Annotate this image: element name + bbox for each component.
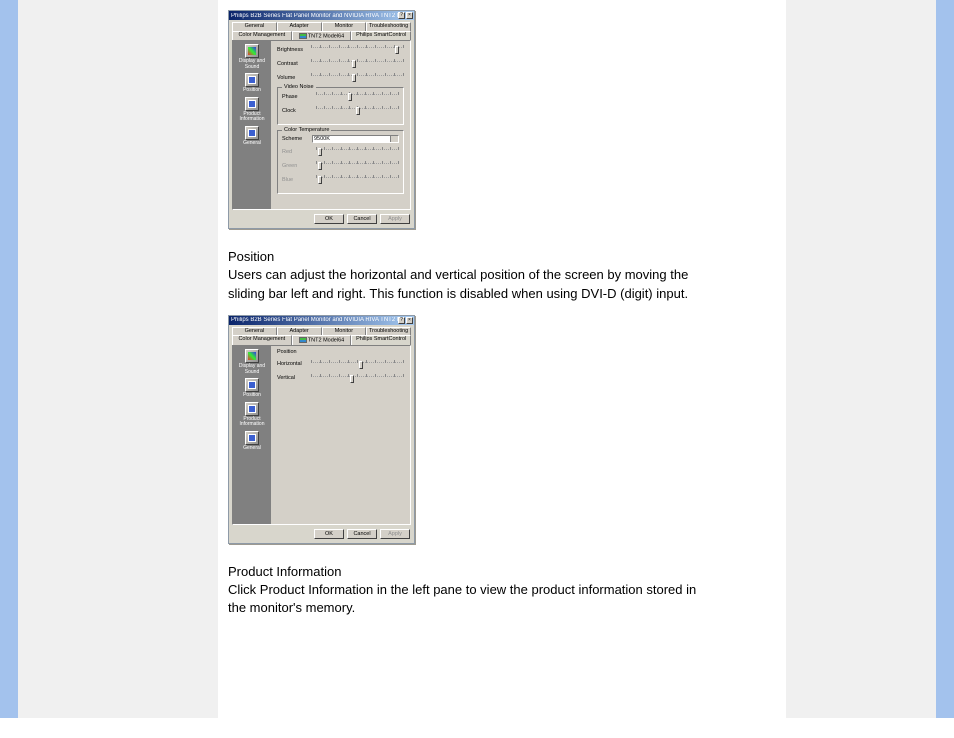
slider-blue[interactable] bbox=[316, 177, 399, 185]
close-button-2[interactable]: × bbox=[406, 317, 413, 324]
dialog-position: Philips B2B Series Flat Panel Monitor an… bbox=[228, 315, 415, 544]
fieldset-color-temp: Color Temperature Scheme 9500K Red bbox=[277, 130, 404, 194]
dialog-display-and-sound: Philips B2B Series Flat Panel Monitor an… bbox=[228, 10, 415, 229]
desktop-icon-2 bbox=[299, 337, 307, 343]
label-green: Green bbox=[282, 164, 316, 170]
right-blue-bar bbox=[936, 0, 954, 718]
slider-horizontal[interactable] bbox=[311, 362, 404, 370]
apply-button-2[interactable]: Apply bbox=[380, 529, 410, 539]
select-scheme[interactable]: 9500K bbox=[312, 135, 399, 143]
dialog-body-2: Display and Sound Position Product Infor… bbox=[232, 345, 411, 525]
sidebar-item-general[interactable]: General bbox=[234, 126, 270, 147]
tab-general-2[interactable]: General bbox=[232, 327, 277, 336]
dialog-sidebar-2: Display and Sound Position Product Infor… bbox=[233, 346, 271, 524]
product-info-icon-2 bbox=[248, 405, 256, 413]
ok-button[interactable]: OK bbox=[314, 214, 344, 224]
tab-color-management[interactable]: Color Management bbox=[232, 31, 292, 41]
tab-color-management-2[interactable]: Color Management bbox=[232, 335, 292, 345]
legend-color-temp: Color Temperature bbox=[282, 128, 331, 134]
sidebar-item-product-info[interactable]: Product Information bbox=[234, 97, 270, 123]
position-icon bbox=[248, 76, 256, 84]
label-phase: Phase bbox=[282, 95, 316, 101]
cancel-button-2[interactable]: Cancel bbox=[347, 529, 377, 539]
sidebar-item-position-2[interactable]: Position bbox=[234, 378, 270, 399]
section-heading-position: Position bbox=[228, 249, 776, 264]
left-grey-column bbox=[18, 0, 218, 718]
label-scheme: Scheme bbox=[282, 137, 312, 143]
tab-monitor-2[interactable]: Monitor bbox=[322, 327, 367, 336]
display-sound-icon bbox=[248, 47, 256, 55]
general-icon-2 bbox=[248, 434, 256, 442]
content-column: Philips B2B Series Flat Panel Monitor an… bbox=[218, 0, 786, 718]
dialog-title: Philips B2B Series Flat Panel Monitor an… bbox=[231, 13, 398, 19]
position-icon-2 bbox=[248, 381, 256, 389]
sidebar-item-display-sound[interactable]: Display and Sound bbox=[234, 44, 270, 70]
dialog-button-row: OK Cancel Apply bbox=[229, 212, 414, 228]
dialog-body: Display and Sound Position Product Infor… bbox=[232, 40, 411, 210]
slider-red[interactable] bbox=[316, 149, 399, 157]
help-button-2[interactable]: ? bbox=[398, 317, 405, 324]
tab-monitor[interactable]: Monitor bbox=[322, 22, 367, 31]
slider-vertical[interactable] bbox=[311, 376, 404, 384]
dialog-titlebar: Philips B2B Series Flat Panel Monitor an… bbox=[229, 11, 414, 20]
slider-phase[interactable] bbox=[316, 94, 399, 102]
label-horizontal: Horizontal bbox=[277, 362, 311, 368]
sidebar-item-general-2[interactable]: General bbox=[234, 431, 270, 452]
sidebar-item-display-sound-2[interactable]: Display and Sound bbox=[234, 349, 270, 375]
right-grey-column bbox=[786, 0, 936, 718]
tab-row-2: Color Management TNT2 Model64 Philips Sm… bbox=[229, 31, 414, 41]
tab-tnt2[interactable]: TNT2 Model64 bbox=[292, 31, 352, 41]
label-clock: Clock bbox=[282, 109, 316, 115]
section-body-position: Users can adjust the horizontal and vert… bbox=[228, 266, 698, 302]
dialog-title-2: Philips B2B Series Flat Panel Monitor an… bbox=[231, 317, 398, 323]
tab-troubleshooting-2[interactable]: Troubleshooting bbox=[366, 327, 411, 336]
tab-adapter[interactable]: Adapter bbox=[277, 22, 322, 31]
tab-row-2b: Color Management TNT2 Model64 Philips Sm… bbox=[229, 335, 414, 345]
tab-general[interactable]: General bbox=[232, 22, 277, 31]
label-red: Red bbox=[282, 150, 316, 156]
tab-troubleshooting[interactable]: Troubleshooting bbox=[366, 22, 411, 31]
product-info-icon bbox=[248, 100, 256, 108]
label-vertical: Vertical bbox=[277, 376, 311, 382]
main-panel-2: Position Horizontal Vertical bbox=[271, 346, 410, 524]
help-button[interactable]: ? bbox=[398, 12, 405, 19]
general-icon bbox=[248, 129, 256, 137]
tab-tnt2-2[interactable]: TNT2 Model64 bbox=[292, 335, 352, 345]
label-contrast: Contrast bbox=[277, 62, 311, 68]
tab-adapter-2[interactable]: Adapter bbox=[277, 327, 322, 336]
tab-smartcontrol[interactable]: Philips SmartControl bbox=[351, 31, 411, 41]
main-panel: Brightness Contrast bbox=[271, 41, 410, 209]
label-blue: Blue bbox=[282, 178, 316, 184]
sidebar-item-position[interactable]: Position bbox=[234, 73, 270, 94]
tab-smartcontrol-2[interactable]: Philips SmartControl bbox=[351, 335, 411, 345]
slider-clock[interactable] bbox=[316, 108, 399, 116]
display-sound-icon-2 bbox=[248, 352, 256, 360]
sidebar-item-product-info-2[interactable]: Product Information bbox=[234, 402, 270, 428]
slider-brightness[interactable] bbox=[311, 47, 404, 55]
desktop-icon bbox=[299, 33, 307, 39]
label-volume: Volume bbox=[277, 76, 311, 82]
legend-video-noise: Video Noise bbox=[282, 85, 316, 91]
slider-green[interactable] bbox=[316, 163, 399, 171]
tab-row-1: General Adapter Monitor Troubleshooting bbox=[229, 20, 414, 31]
cancel-button[interactable]: Cancel bbox=[347, 214, 377, 224]
slider-contrast[interactable] bbox=[311, 61, 404, 69]
dialog-button-row-2: OK Cancel Apply bbox=[229, 527, 414, 543]
ok-button-2[interactable]: OK bbox=[314, 529, 344, 539]
panel-label-position: Position bbox=[277, 350, 404, 356]
section-heading-product-info: Product Information bbox=[228, 564, 776, 579]
apply-button[interactable]: Apply bbox=[380, 214, 410, 224]
close-button[interactable]: × bbox=[406, 12, 413, 19]
section-body-product-info: Click Product Information in the left pa… bbox=[228, 581, 698, 617]
fieldset-video-noise: Video Noise Phase Clock bbox=[277, 87, 404, 125]
dialog-titlebar-2: Philips B2B Series Flat Panel Monitor an… bbox=[229, 316, 414, 325]
tab-row-1b: General Adapter Monitor Troubleshooting bbox=[229, 325, 414, 336]
slider-volume[interactable] bbox=[311, 75, 404, 83]
dialog-sidebar: Display and Sound Position Product Infor… bbox=[233, 41, 271, 209]
label-brightness: Brightness bbox=[277, 48, 311, 54]
left-blue-bar bbox=[0, 0, 18, 718]
